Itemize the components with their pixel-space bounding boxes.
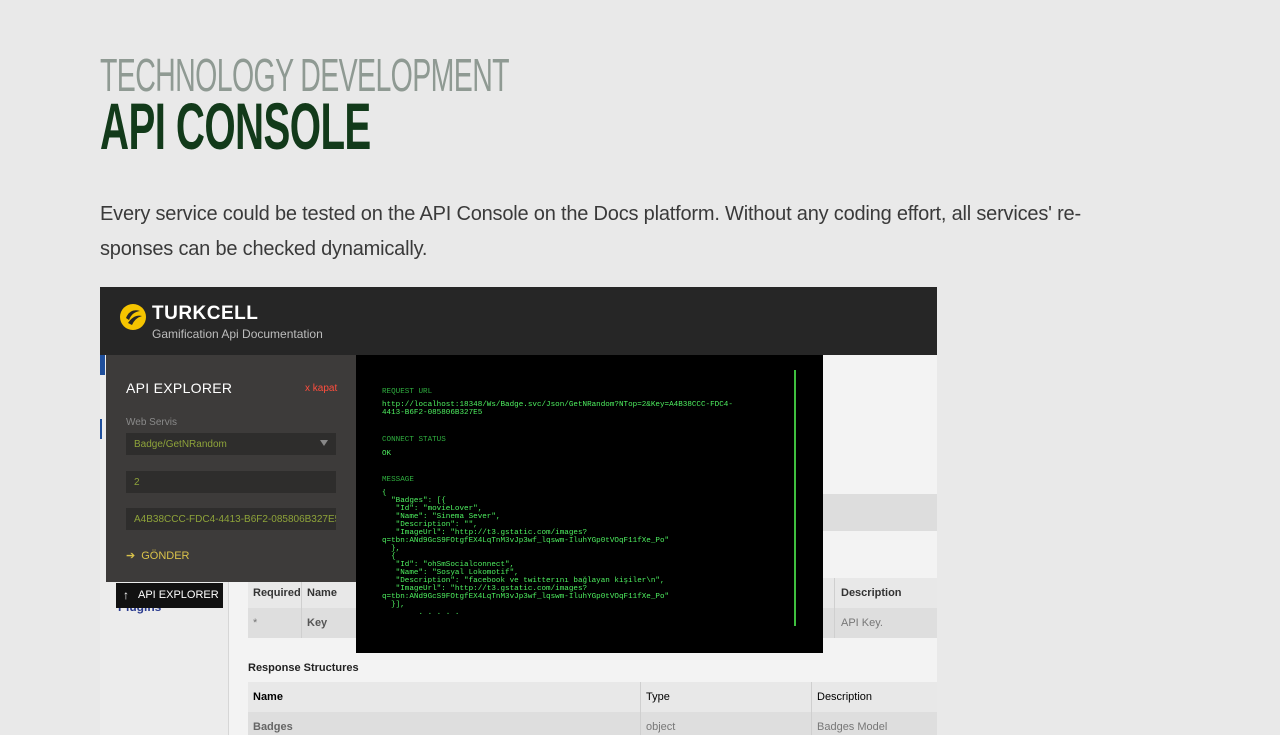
api-explorer-tab[interactable]: ↑ API EXPLORER [116, 583, 223, 608]
tab-label: API EXPLORER [138, 589, 219, 601]
sidebar-marker [100, 419, 102, 439]
col-required: Required [253, 587, 301, 599]
send-button[interactable]: ➔ GÖNDER [126, 549, 190, 562]
description-text: Every service could be tested on the API… [100, 203, 1081, 260]
col-description: Description [817, 691, 873, 703]
brand-subtitle: Gamification Api Documentation [152, 327, 323, 341]
response-header-row: Name Type Description [248, 682, 937, 712]
service-select-value: Badge/GetNRandom [134, 439, 227, 450]
response-console: REQUEST URL http://localhost:18348/Ws/Ba… [356, 355, 823, 653]
table-row: Badges object Badges Model [248, 712, 937, 735]
cell-required: * [253, 617, 258, 629]
send-label: GÖNDER [141, 550, 190, 562]
col-name: Name [307, 587, 337, 599]
console-scrollbar[interactable] [794, 370, 796, 626]
api-explorer-panel: API EXPLORER x kapat Web Servis Badge/Ge… [106, 355, 356, 582]
brand-name: TURKCELL [152, 303, 259, 324]
cell-description: Badges Model [817, 721, 888, 733]
connect-status-label: CONNECT STATUS [382, 436, 446, 444]
explorer-title: API EXPLORER [126, 380, 233, 396]
key-input[interactable]: A4B38CCC-FDC4-4413-B6F2-085806B327E5 [126, 508, 336, 530]
chevron-down-icon [320, 440, 328, 446]
close-button[interactable]: x kapat [305, 383, 337, 394]
request-url-value: http://localhost:18348/Ws/Badge.svc/Json… [382, 401, 733, 417]
col-description: Description [841, 587, 902, 599]
cell-description: API Key. [841, 617, 883, 629]
cell-name: Badges [253, 721, 293, 733]
sidebar-active-marker [100, 355, 105, 375]
arrow-right-icon: ➔ [126, 550, 136, 562]
app-topbar: TURKCELL Gamification Api Documentation [100, 287, 937, 355]
page-title: API CONSOLE [100, 89, 371, 163]
connect-status-value: OK [382, 450, 392, 458]
service-label: Web Servis [126, 417, 177, 428]
cell-name: Key [307, 617, 328, 629]
message-body: { "Badges": [{ "Id": "movieLover", "Name… [382, 489, 670, 617]
ntop-input[interactable]: 2 [126, 471, 336, 493]
col-type: Type [646, 691, 670, 703]
turkcell-logo-icon [120, 304, 146, 330]
col-name: Name [253, 691, 283, 703]
cell-type: object [646, 721, 676, 733]
request-url-label: REQUEST URL [382, 388, 433, 396]
api-console-screenshot: TURKCELL Gamification Api Documentation … [100, 287, 937, 735]
arrow-up-icon: ↑ [123, 588, 129, 602]
message-label: MESSAGE [382, 476, 414, 484]
service-select[interactable]: Badge/GetNRandom [126, 433, 336, 455]
response-structures-title: Response Structures [248, 662, 359, 674]
